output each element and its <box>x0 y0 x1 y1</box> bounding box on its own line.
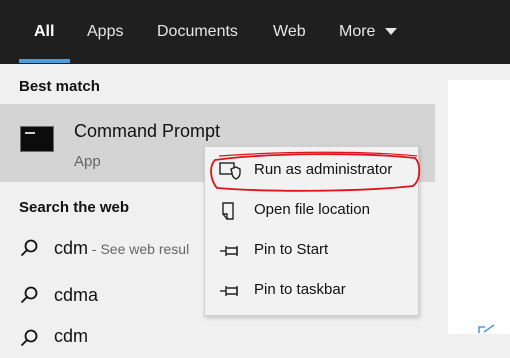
best-match-subtitle: App <box>74 153 101 170</box>
menu-item-run-as-administrator[interactable]: Run as administrator <box>205 151 418 191</box>
web-result-text: cdma <box>54 285 98 306</box>
menu-item-label: Run as administrator <box>254 161 393 178</box>
search-icon <box>20 286 38 304</box>
preview-card <box>448 80 510 334</box>
active-tab-indicator <box>19 59 70 63</box>
menu-item-label: Pin to taskbar <box>254 281 346 298</box>
menu-item-label: Pin to Start <box>254 241 329 258</box>
menu-item-pin-to-taskbar[interactable]: Pin to taskbar <box>205 271 418 311</box>
search-web-heading: Search the web <box>19 199 130 216</box>
tab-documents[interactable]: Documents <box>157 20 238 44</box>
web-result-hint: - See web resul <box>88 241 190 257</box>
web-result-text: cdm <box>54 326 88 347</box>
pin-icon <box>220 246 238 256</box>
web-result-query: cdm <box>54 238 89 258</box>
menu-item-pin-to-start[interactable]: Pin to Start <box>205 231 418 271</box>
tab-all[interactable]: All <box>34 20 54 44</box>
tab-web[interactable]: Web <box>273 20 306 44</box>
tab-apps[interactable]: Apps <box>87 20 123 44</box>
best-match-title: Command Prompt <box>74 121 221 141</box>
tab-more[interactable]: More <box>339 20 375 44</box>
search-icon <box>20 329 38 347</box>
web-result-text: cdm - See web resul <box>54 238 189 259</box>
search-icon <box>20 239 38 257</box>
menu-item-open-file-location[interactable]: Open file location <box>205 191 418 231</box>
chevron-down-icon[interactable] <box>385 28 397 35</box>
shield-icon <box>219 162 241 180</box>
context-menu: Run as administrator Open file location … <box>204 146 419 316</box>
web-result-query: cdma <box>54 285 99 305</box>
web-result-row[interactable]: cdm <box>0 318 448 358</box>
web-result-query: cdm <box>54 326 89 346</box>
search-tab-bar: All Apps Documents Web More <box>0 0 510 64</box>
command-prompt-icon <box>20 126 54 152</box>
best-match-heading: Best match <box>19 78 100 95</box>
open-externally-icon[interactable] <box>477 324 497 334</box>
pin-icon <box>220 286 238 296</box>
file-location-icon <box>222 202 234 220</box>
menu-item-label: Open file location <box>254 201 370 218</box>
